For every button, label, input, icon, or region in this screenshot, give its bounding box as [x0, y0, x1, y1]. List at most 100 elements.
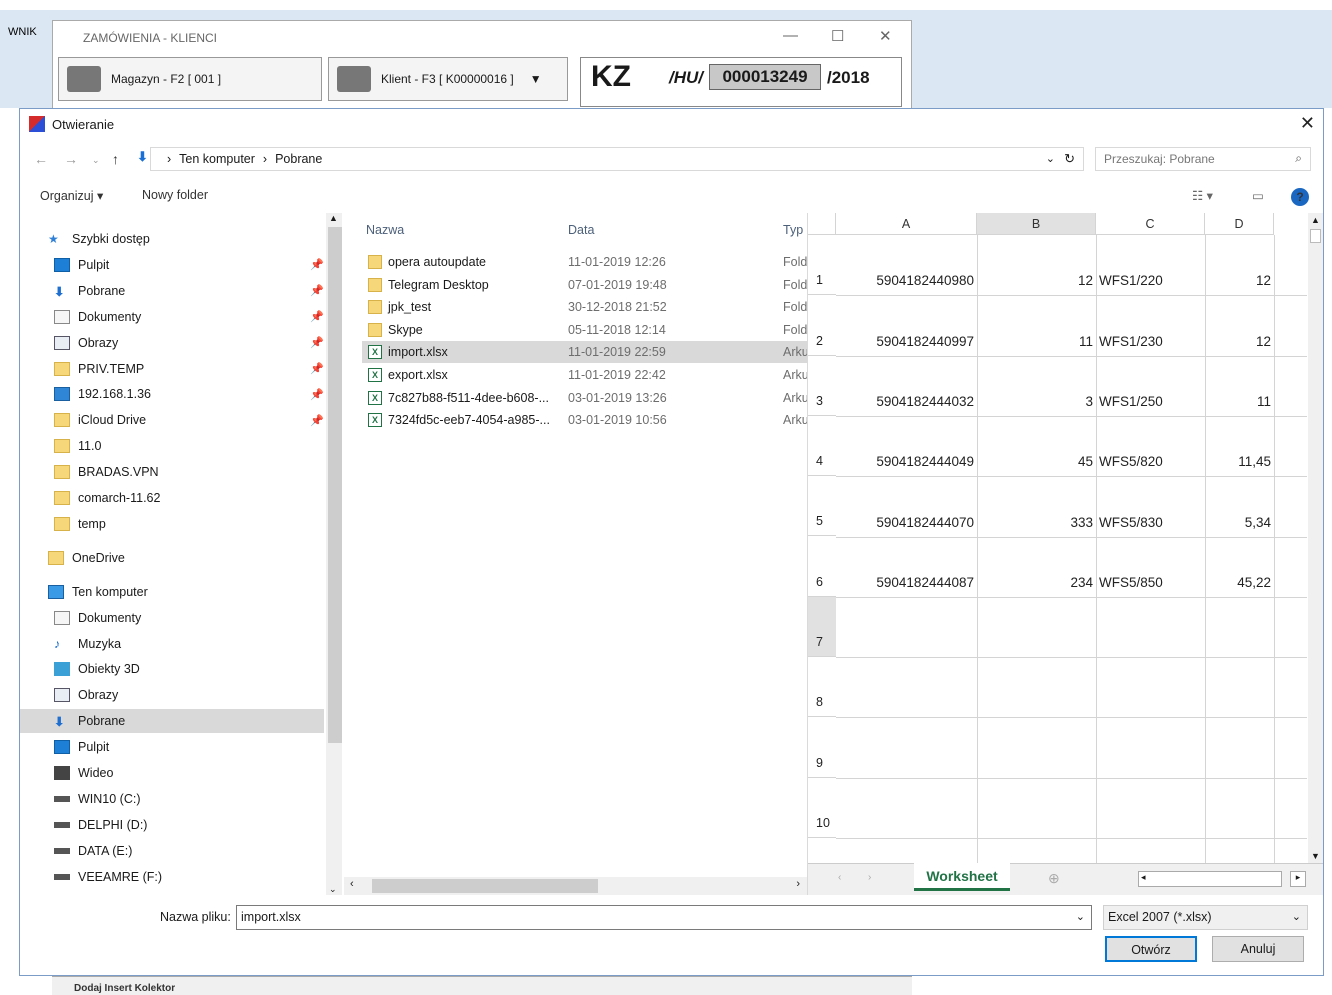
- column-header-date[interactable]: Data: [568, 223, 594, 237]
- file-list-hscrollbar[interactable]: ‹ ›: [344, 877, 808, 895]
- nav-item[interactable]: DATA (E:): [20, 839, 324, 863]
- file-row[interactable]: jpk_test 30-12-2018 21:52 Folder: [362, 296, 808, 318]
- recent-dropdown-icon[interactable]: ⌄: [92, 155, 100, 166]
- chevron-down-icon[interactable]: ⌄: [1076, 910, 1085, 923]
- maximize-icon[interactable]: ☐: [831, 27, 844, 45]
- nav-item[interactable]: Obiekty 3D: [20, 657, 324, 681]
- pin-icon[interactable]: 📌: [310, 362, 324, 375]
- organize-button[interactable]: Organizuj ▾: [40, 188, 103, 203]
- sheet-cell: 11: [1078, 333, 1093, 349]
- klient-button[interactable]: Klient - F3 [ K00000016 ] ▼: [328, 57, 568, 101]
- breadcrumb-item[interactable]: Ten komputer: [179, 152, 255, 166]
- nav-item[interactable]: Dokumenty 📌: [20, 305, 324, 329]
- address-dropdown-icon[interactable]: ⌄: [1046, 152, 1055, 165]
- spreadsheet-preview: A B C D 1 2 3 4 5 6 7 8 9 10 5904182440980 12 WFS1/220 12…: [807, 213, 1323, 895]
- preview-scroll-thumb[interactable]: [1310, 229, 1321, 243]
- preview-pane-icon[interactable]: ▭: [1252, 188, 1264, 203]
- nav-item[interactable]: Pulpit: [20, 735, 324, 759]
- add-sheet-icon[interactable]: ⊕: [1048, 870, 1060, 887]
- scroll-left-icon[interactable]: ◂: [1141, 872, 1146, 883]
- breadcrumb-item[interactable]: Pobrane: [275, 152, 322, 166]
- nav-item[interactable]: VEEAMRE (F:): [20, 865, 324, 889]
- excel-icon: X: [368, 390, 382, 405]
- sheet-tab-worksheet[interactable]: Worksheet: [914, 863, 1010, 891]
- scroll-down-icon[interactable]: ⌄: [329, 884, 337, 895]
- nav-scroll-thumb[interactable]: [328, 227, 342, 743]
- preview-scrollbar[interactable]: ▲ ▼: [1308, 213, 1323, 863]
- up-icon[interactable]: ↑: [112, 151, 119, 167]
- open-button[interactable]: Otwórz: [1105, 936, 1197, 962]
- nav-item[interactable]: Ten komputer: [20, 580, 324, 604]
- nav-item[interactable]: ⬇ Pobrane: [20, 709, 324, 734]
- nav-item[interactable]: 192.168.1.36 📌: [20, 382, 324, 406]
- nav-item[interactable]: OneDrive: [20, 546, 324, 570]
- nav-item[interactable]: comarch-11.62: [20, 486, 324, 510]
- filename-input[interactable]: import.xlsx ⌄: [236, 905, 1092, 930]
- pin-icon[interactable]: 📌: [310, 336, 324, 349]
- nav-item[interactable]: Wideo: [20, 761, 324, 785]
- nav-item[interactable]: PRIV.TEMP 📌: [20, 357, 324, 381]
- chevron-down-icon[interactable]: ▼: [530, 72, 542, 86]
- address-bar[interactable]: ⬇ › Ten komputer › Pobrane ⌄ ↻: [137, 147, 1084, 171]
- column-header-name[interactable]: Nazwa: [366, 223, 404, 237]
- help-icon[interactable]: ?: [1291, 188, 1309, 206]
- doc-type: KZ: [591, 60, 631, 93]
- nav-item[interactable]: DELPHI (D:): [20, 813, 324, 837]
- hscroll-thumb[interactable]: [372, 879, 598, 893]
- view-options-icon[interactable]: ☷ ▾: [1192, 188, 1213, 203]
- pin-icon[interactable]: 📌: [310, 388, 324, 401]
- forward-icon[interactable]: →: [64, 151, 78, 167]
- nav-item[interactable]: Obrazy 📌: [20, 331, 324, 355]
- scroll-right-icon[interactable]: ›: [796, 878, 800, 890]
- nav-item[interactable]: Obrazy: [20, 683, 324, 707]
- back-icon[interactable]: ←: [34, 151, 48, 167]
- close-icon[interactable]: ✕: [879, 27, 892, 45]
- nav-item[interactable]: Dokumenty: [20, 606, 324, 630]
- nav-item[interactable]: iCloud Drive 📌: [20, 408, 324, 432]
- file-row[interactable]: Ximport.xlsx 11-01-2019 22:59 Arkusz: [362, 341, 808, 364]
- scroll-down-icon[interactable]: ▼: [1311, 851, 1320, 861]
- close-icon[interactable]: ✕: [1300, 113, 1315, 134]
- nav-scrollbar[interactable]: ▲ ⌄: [326, 213, 342, 895]
- nav-item[interactable]: temp: [20, 512, 324, 536]
- file-row[interactable]: X 7c827b88-f511-4dee-b608-... 03-01-2019 1…: [362, 387, 808, 409]
- pin-icon[interactable]: 📌: [310, 284, 324, 297]
- scroll-left-icon[interactable]: ‹: [350, 878, 354, 890]
- pin-icon[interactable]: 📌: [310, 258, 324, 271]
- file-row[interactable]: X 7324fd5c-eeb7-4054-a985-... 03-01-2019 1…: [362, 409, 808, 431]
- next-sheet-icon[interactable]: ›: [868, 872, 871, 883]
- file-row[interactable]: Skype 05-11-2018 12:14 Folder: [362, 319, 808, 341]
- nav-item-label: PRIV.TEMP: [78, 361, 145, 376]
- nav-item[interactable]: ♪ Muzyka: [20, 632, 324, 656]
- magazyn-button[interactable]: Magazyn - F2 [ 001 ]: [58, 57, 322, 101]
- new-folder-button[interactable]: Nowy folder: [142, 188, 208, 202]
- file-row[interactable]: Xexport.xlsx 11-01-2019 22:42 Arkusz: [362, 364, 808, 386]
- pin-icon[interactable]: 📌: [310, 414, 324, 427]
- scroll-up-icon[interactable]: ▲: [1311, 215, 1320, 225]
- file-date: 30-12-2018 21:52: [568, 300, 667, 315]
- refresh-icon[interactable]: ↻: [1064, 151, 1075, 167]
- nav-item[interactable]: BRADAS.VPN: [20, 460, 324, 484]
- cancel-button[interactable]: Anuluj: [1212, 936, 1304, 962]
- filetype-select[interactable]: Excel 2007 (*.xlsx) ⌄: [1103, 905, 1308, 930]
- prev-sheet-icon[interactable]: ‹: [838, 872, 841, 883]
- nav-item[interactable]: ⬇ Pobrane 📌: [20, 279, 324, 303]
- file-row[interactable]: opera autoupdate 11-01-2019 12:26 Folder: [362, 251, 808, 273]
- column-header-type[interactable]: Typ: [783, 223, 803, 237]
- sheet-hscroll[interactable]: ◂: [1138, 871, 1282, 887]
- scroll-right-icon[interactable]: ▸: [1290, 871, 1306, 887]
- nav-item-label: Obrazy: [78, 688, 119, 703]
- nav-item[interactable]: Pulpit 📌: [20, 253, 324, 277]
- nav-item[interactable]: WIN10 (C:): [20, 787, 324, 811]
- nav-item[interactable]: ★ Szybki dostęp: [20, 227, 324, 251]
- scroll-up-icon[interactable]: ▲: [329, 213, 338, 223]
- file-row[interactable]: Telegram Desktop 07-01-2019 19:48 Folder: [362, 274, 808, 296]
- background-toolbar: Dodaj Insert Kolektor: [52, 976, 912, 995]
- nav-item[interactable]: 11.0: [20, 434, 324, 458]
- search-input[interactable]: Przeszukaj: Pobrane ⌕: [1095, 147, 1311, 171]
- nav-item-label: Szybki dostęp: [72, 232, 150, 246]
- pin-icon[interactable]: 📌: [310, 310, 324, 323]
- download-icon: ⬇: [137, 149, 148, 164]
- chevron-down-icon[interactable]: ⌄: [1292, 910, 1301, 923]
- minimize-icon[interactable]: —: [783, 27, 798, 44]
